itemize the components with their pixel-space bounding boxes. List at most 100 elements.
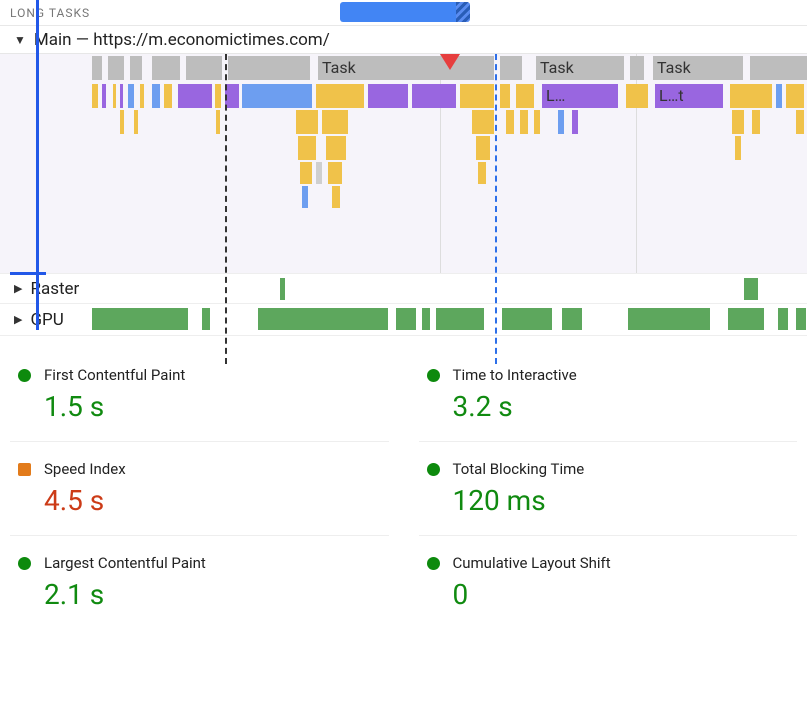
flame-row xyxy=(0,136,807,160)
expand-icon: ▶ xyxy=(14,282,22,295)
gpu-bar[interactable] xyxy=(258,308,388,330)
flame-block[interactable] xyxy=(735,136,741,160)
flame-block[interactable] xyxy=(516,84,534,108)
flame-block[interactable] xyxy=(225,84,239,108)
flame-block[interactable] xyxy=(128,84,134,108)
flame-block[interactable] xyxy=(140,84,144,108)
lighthouse-metrics: First Contentful Paint 1.5 s Time to Int… xyxy=(0,336,807,629)
flame-block[interactable] xyxy=(572,110,578,134)
flame-block[interactable] xyxy=(776,84,782,108)
flame-block[interactable] xyxy=(626,84,648,108)
gpu-bar[interactable] xyxy=(562,308,582,330)
flame-task[interactable] xyxy=(152,56,180,80)
flame-task[interactable] xyxy=(108,56,124,80)
metric-value: 3.2 s xyxy=(453,390,790,423)
gpu-bar[interactable] xyxy=(92,308,188,330)
flame-block[interactable] xyxy=(322,110,348,134)
flame-block[interactable]: L… xyxy=(542,84,618,108)
flame-block[interactable] xyxy=(316,84,364,108)
gpu-bar[interactable] xyxy=(502,308,552,330)
main-flame-chart[interactable]: Task Task Task L… L…t xyxy=(0,54,807,274)
flame-block[interactable] xyxy=(328,162,342,184)
flame-block[interactable]: L…t xyxy=(655,84,723,108)
flame-block[interactable] xyxy=(786,84,804,108)
flame-block[interactable] xyxy=(534,110,540,134)
main-track-title: Main — https://m.economictimes.com/ xyxy=(34,30,330,50)
flame-block[interactable] xyxy=(316,162,322,184)
flame-block[interactable] xyxy=(298,136,316,160)
flame-block[interactable] xyxy=(215,84,221,108)
flame-block[interactable] xyxy=(134,110,138,134)
flame-block[interactable] xyxy=(730,84,772,108)
flame-task[interactable]: Task xyxy=(536,56,624,80)
gpu-bar[interactable] xyxy=(728,308,764,330)
flame-block[interactable] xyxy=(368,84,408,108)
flame-task[interactable] xyxy=(228,56,310,80)
metric-cls: Cumulative Layout Shift 0 xyxy=(419,535,798,629)
gpu-bar[interactable] xyxy=(778,308,788,330)
flame-row xyxy=(0,110,807,134)
flame-block[interactable] xyxy=(300,162,312,184)
flame-block[interactable] xyxy=(302,186,308,208)
metric-name: First Contentful Paint xyxy=(44,366,381,384)
metric-name: Total Blocking Time xyxy=(453,460,790,478)
main-track-header[interactable]: ▼ Main — https://m.economictimes.com/ xyxy=(0,26,807,54)
gpu-bar[interactable] xyxy=(436,308,484,330)
flame-task[interactable] xyxy=(130,56,142,80)
flame-task[interactable] xyxy=(92,56,102,80)
flame-row xyxy=(0,162,807,184)
flame-block[interactable] xyxy=(178,84,212,108)
flame-block[interactable] xyxy=(752,110,760,134)
flame-block[interactable] xyxy=(120,110,124,134)
flame-block[interactable] xyxy=(478,162,486,184)
flame-row: L… L…t xyxy=(0,84,807,108)
raster-bar[interactable] xyxy=(280,278,285,300)
flame-task[interactable] xyxy=(500,56,522,80)
flame-block[interactable] xyxy=(152,84,160,108)
metric-name: Largest Contentful Paint xyxy=(44,554,381,572)
flame-block[interactable] xyxy=(326,136,346,160)
flame-task[interactable] xyxy=(750,56,807,80)
flame-row-tasks: Task Task Task xyxy=(0,56,807,80)
long-task-bar[interactable] xyxy=(340,2,470,22)
long-tasks-label: LONG TASKS xyxy=(10,6,90,20)
gpu-bar[interactable] xyxy=(396,308,416,330)
flame-block[interactable] xyxy=(520,110,528,134)
flame-block[interactable] xyxy=(242,84,312,108)
raster-track-header[interactable]: ▶ Raster xyxy=(0,274,807,304)
metric-name: Speed Index xyxy=(44,460,381,478)
time-ruler-marker[interactable] xyxy=(36,0,39,330)
gpu-bar[interactable] xyxy=(628,308,710,330)
flame-block[interactable] xyxy=(796,110,804,134)
flame-block[interactable] xyxy=(476,136,490,160)
flame-block[interactable] xyxy=(460,84,494,108)
gpu-track-header[interactable]: ▶ GPU xyxy=(0,304,807,336)
metric-name: Time to Interactive xyxy=(453,366,790,384)
event-marker-dashed xyxy=(225,54,227,364)
flame-block[interactable] xyxy=(216,110,220,134)
flame-task[interactable] xyxy=(186,56,222,80)
flame-block[interactable] xyxy=(472,110,494,134)
flame-block[interactable] xyxy=(332,186,340,208)
raster-bar[interactable] xyxy=(744,278,758,300)
flame-task[interactable]: Task xyxy=(653,56,743,80)
gpu-bar[interactable] xyxy=(202,308,210,330)
gpu-bar[interactable] xyxy=(422,308,430,330)
flame-block[interactable] xyxy=(120,84,123,108)
gpu-bar[interactable] xyxy=(796,308,806,330)
flame-block[interactable] xyxy=(732,110,744,134)
status-dot-icon xyxy=(18,369,31,382)
flame-task[interactable]: Task xyxy=(318,56,494,80)
flame-block[interactable] xyxy=(506,110,514,134)
flame-block[interactable] xyxy=(558,110,564,134)
flame-task[interactable] xyxy=(630,56,644,80)
flame-block[interactable] xyxy=(164,84,172,108)
flame-block[interactable] xyxy=(412,84,456,108)
flame-block[interactable] xyxy=(92,84,98,108)
flame-block[interactable] xyxy=(113,84,116,108)
collapse-icon: ▼ xyxy=(14,33,26,47)
flame-block[interactable] xyxy=(500,84,510,108)
flame-block[interactable] xyxy=(296,110,318,134)
metric-tbt: Total Blocking Time 120 ms xyxy=(419,441,798,535)
flame-block[interactable] xyxy=(102,84,106,108)
